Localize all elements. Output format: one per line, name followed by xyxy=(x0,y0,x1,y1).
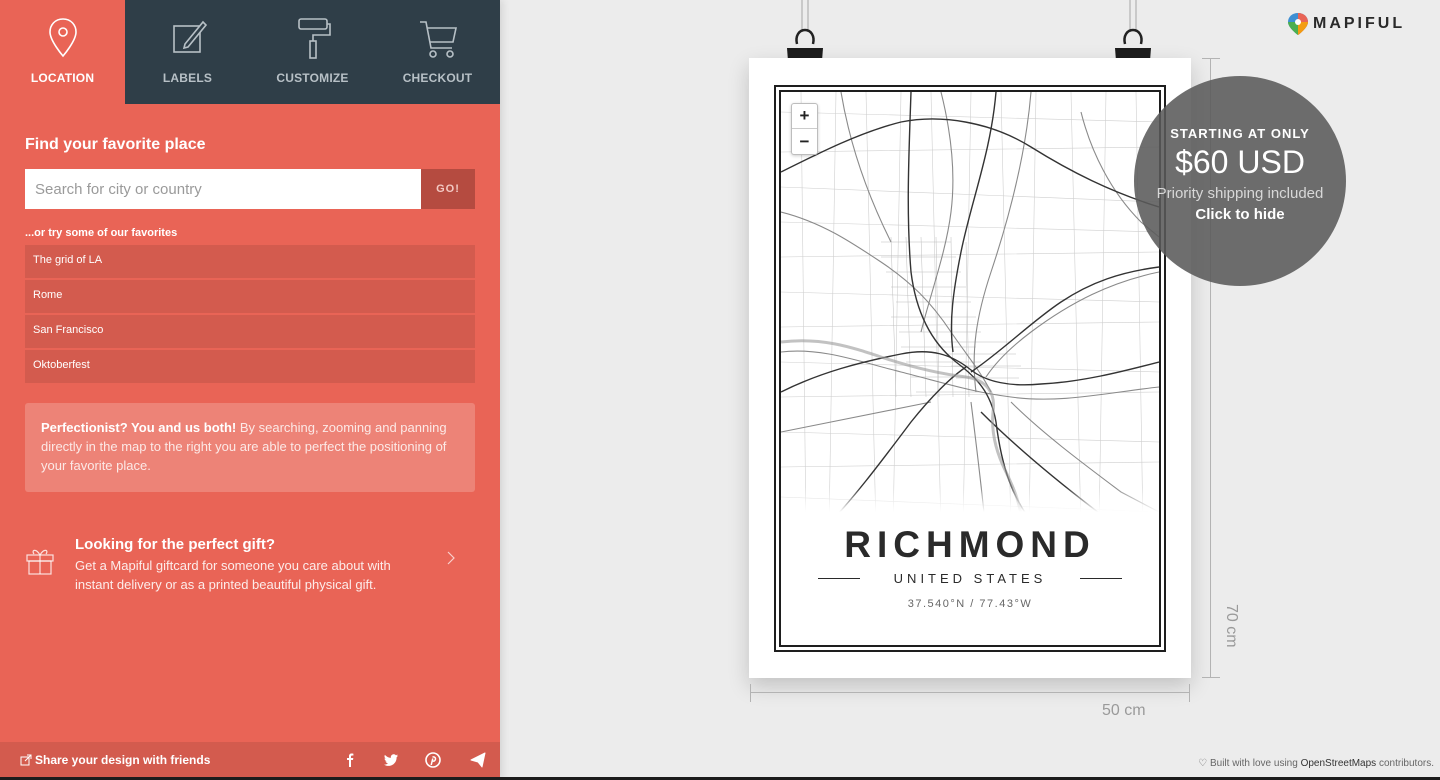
brand-name: MAPIFUL xyxy=(1313,15,1406,32)
sidebar: LOCATION LABELS CUSTOMIZE CHECKOUT Find … xyxy=(0,0,500,780)
map-credits: ♡ Built with love using OpenStreetMaps c… xyxy=(1198,758,1434,769)
tab-customize[interactable]: CUSTOMIZE xyxy=(250,0,375,104)
tab-checkout-label: CHECKOUT xyxy=(402,71,473,85)
cart-icon xyxy=(419,21,457,58)
facebook-icon xyxy=(347,753,354,767)
location-panel: Find your favorite place GO! ...or try s… xyxy=(0,136,500,492)
tab-location[interactable]: LOCATION xyxy=(0,0,125,104)
favorites-label: ...or try some of our favorites xyxy=(25,227,178,239)
width-guide-cap xyxy=(750,684,751,702)
share-bar: Share your design with friends xyxy=(0,742,500,778)
tab-customize-label: CUSTOMIZE xyxy=(276,71,349,85)
tip-box: Perfectionist? You and us both! By searc… xyxy=(25,403,475,492)
giftcard-promo[interactable]: Looking for the perfect gift? Get a Mapi… xyxy=(25,535,475,595)
map-poster: + − RICHMOND UNITED STATES 37.540°N / 77… xyxy=(749,58,1191,678)
height-label: 70 cm xyxy=(1223,604,1240,648)
poster-coordinates: 37.540°N / 77.43°W xyxy=(907,598,1033,610)
zoom-in-button[interactable]: + xyxy=(792,104,817,129)
search-row: GO! xyxy=(25,169,475,209)
zoom-out-button[interactable]: − xyxy=(792,129,817,154)
gift-description: Get a Mapiful giftcard for someone you c… xyxy=(75,558,391,592)
poster-country-row: UNITED STATES xyxy=(818,571,1122,587)
favorite-item[interactable]: San Francisco xyxy=(25,315,475,348)
mapiful-logo-icon xyxy=(1288,13,1308,35)
twitter-icon xyxy=(384,754,398,766)
share-icon xyxy=(20,754,32,766)
price-bubble[interactable]: STARTING AT ONLY $60 USD Priority shippi… xyxy=(1134,76,1346,286)
favorite-item[interactable]: Oktoberfest xyxy=(25,350,475,383)
poster-frame: + − RICHMOND UNITED STATES 37.540°N / 77… xyxy=(774,85,1166,652)
tab-location-label: LOCATION xyxy=(30,71,95,85)
poster-inner-frame: + − RICHMOND UNITED STATES 37.540°N / 77… xyxy=(779,90,1161,647)
width-guide-cap xyxy=(1189,684,1190,702)
zoom-control: + − xyxy=(791,103,818,155)
favorite-item[interactable]: The grid of LA xyxy=(25,245,475,278)
divider-line xyxy=(1080,578,1122,579)
tip-heading: Perfectionist? You and us both! xyxy=(41,420,237,435)
chevron-right-icon xyxy=(447,551,455,565)
send-icon xyxy=(470,752,486,768)
edit-icon xyxy=(172,20,207,53)
height-guide-cap xyxy=(1202,58,1220,59)
search-input[interactable] xyxy=(25,169,421,209)
paint-roller-icon xyxy=(297,18,331,59)
height-guide-cap xyxy=(1202,677,1220,678)
pinterest-icon xyxy=(425,752,441,768)
credits-prefix: Built with love using xyxy=(1209,758,1301,769)
tab-labels[interactable]: LABELS xyxy=(125,0,250,104)
poster-city-label: RICHMOND xyxy=(844,524,1096,565)
step-tabs: LOCATION LABELS CUSTOMIZE CHECKOUT xyxy=(0,0,500,104)
send-button[interactable] xyxy=(469,751,487,769)
width-guide-line xyxy=(750,692,1190,693)
share-label: Share your design with friends xyxy=(35,753,211,767)
tab-checkout[interactable]: CHECKOUT xyxy=(375,0,500,104)
price-shipping-note: Priority shipping included xyxy=(1156,185,1324,202)
go-button[interactable]: GO! xyxy=(421,169,475,209)
heart-icon: ♡ xyxy=(1198,758,1208,769)
credits-suffix: contributors. xyxy=(1376,758,1434,769)
poster-country-label: UNITED STATES xyxy=(893,571,1047,586)
favorites-list: The grid of LA Rome San Francisco Oktobe… xyxy=(25,245,475,383)
facebook-button[interactable] xyxy=(341,751,359,769)
width-label: 50 cm xyxy=(1102,702,1146,719)
hide-price-button[interactable]: Click to hide xyxy=(1134,206,1346,223)
location-pin-icon xyxy=(48,18,77,58)
favorite-item[interactable]: Rome xyxy=(25,280,475,313)
find-place-heading: Find your favorite place xyxy=(25,136,206,153)
pinterest-button[interactable] xyxy=(424,751,442,769)
mapiful-logo[interactable]: MAPIFUL xyxy=(1287,12,1405,36)
price-amount: $60 USD xyxy=(1175,144,1305,180)
gift-title: Looking for the perfect gift? xyxy=(75,536,275,553)
price-headline: STARTING AT ONLY xyxy=(1170,126,1310,141)
gift-icon xyxy=(26,549,54,575)
tab-labels-label: LABELS xyxy=(162,71,213,85)
openstreetmap-link[interactable]: OpenStreetMaps xyxy=(1301,758,1377,769)
twitter-button[interactable] xyxy=(382,751,400,769)
